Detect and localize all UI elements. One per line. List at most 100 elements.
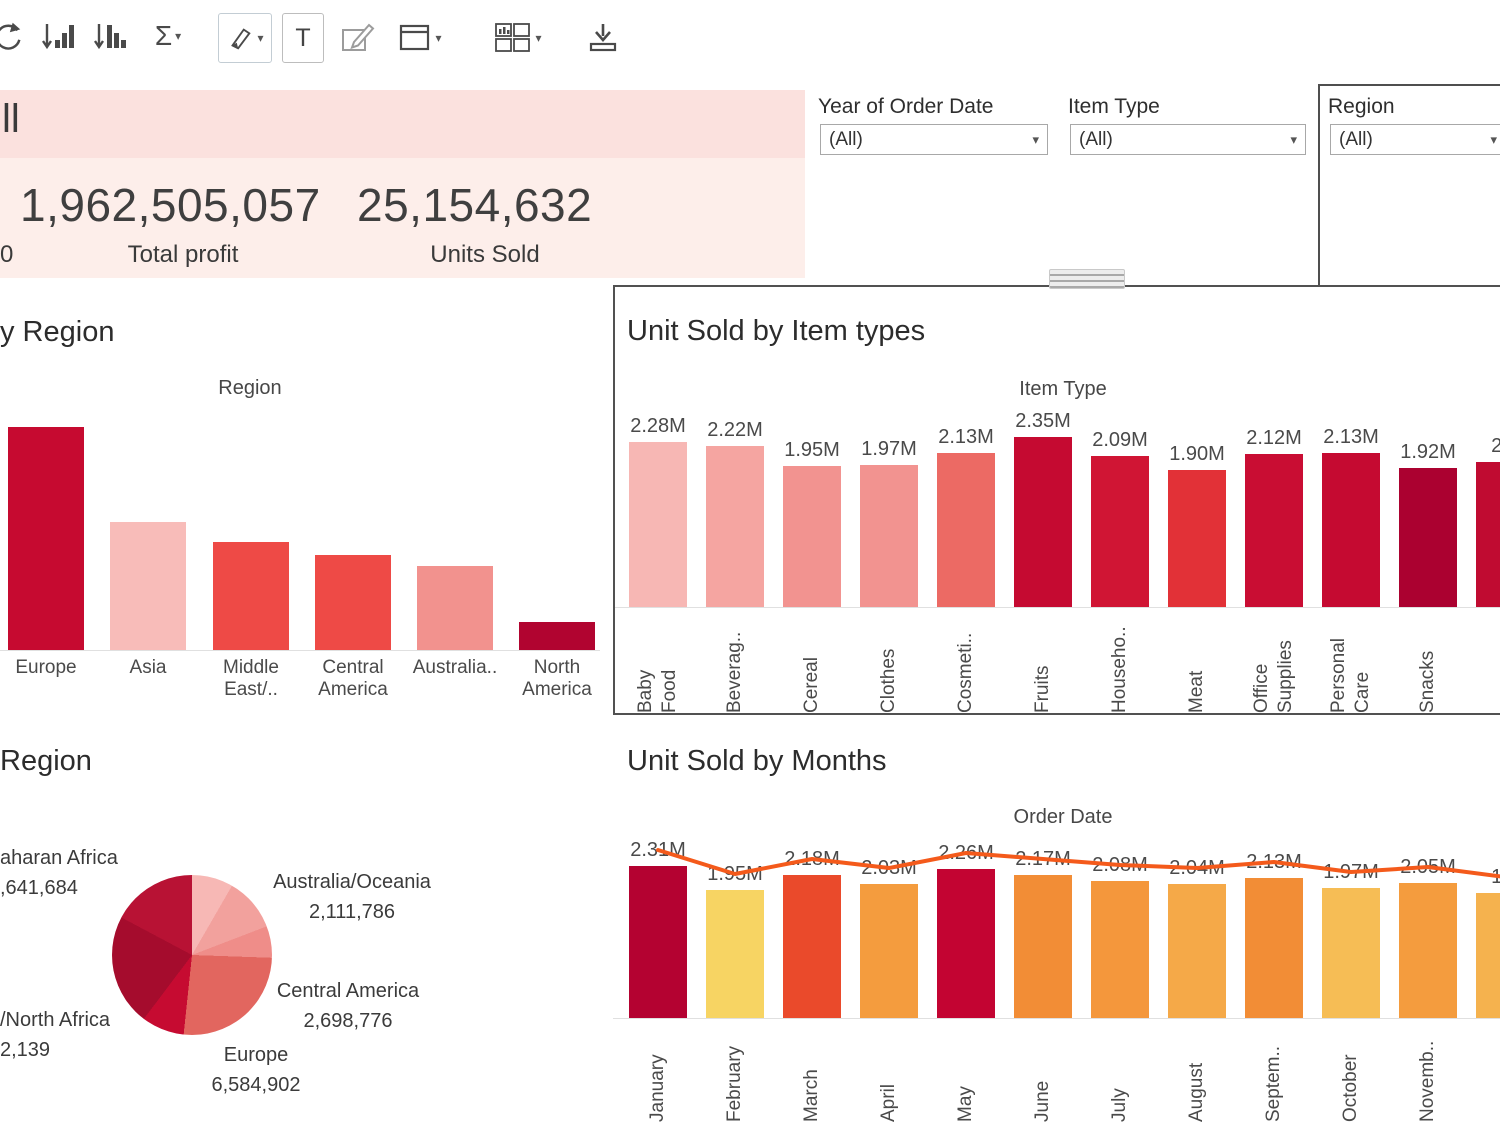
item-type-category-label: Snacks [1399, 617, 1457, 713]
item-type-bar[interactable] [783, 466, 841, 607]
show-me-icon[interactable]: ▾ [488, 18, 548, 58]
month-category-label: August [1168, 1026, 1226, 1122]
pie-chart-title: Region [0, 745, 92, 778]
item-type-category-label: Househo.. [1091, 617, 1149, 713]
region-category-label: Middle East/.. [201, 657, 301, 702]
item-type-axis-header: Item Type [613, 378, 1500, 401]
filter-dropdown-region[interactable]: (All) ▾ [1330, 124, 1500, 155]
pie-label-north-africa: /North Africa2,139 [0, 1005, 110, 1065]
month-category-label: February [706, 1026, 764, 1122]
sort-descending-icon[interactable] [90, 18, 130, 56]
month-bar[interactable] [706, 890, 764, 1018]
filter-value: (All) [829, 129, 863, 151]
item-type-bar[interactable] [629, 442, 687, 607]
item-type-bar[interactable] [1091, 456, 1149, 607]
chevron-down-icon: ▾ [175, 29, 181, 43]
region-bar[interactable] [417, 566, 493, 650]
months-chart-title: Unit Sold by Months [627, 745, 887, 778]
month-bar[interactable] [1476, 893, 1500, 1018]
item-type-bar[interactable] [1476, 462, 1500, 607]
pie-label-central-america: Central America2,698,776 [248, 976, 448, 1036]
item-type-bar[interactable] [860, 465, 918, 607]
region-chart-title: y Region [0, 316, 114, 349]
region-bar[interactable] [8, 427, 84, 650]
region-bar[interactable] [213, 542, 289, 650]
month-category-label: March [783, 1026, 841, 1122]
item-type-bar[interactable] [937, 453, 995, 607]
item-type-category-label: PersonalCare [1322, 617, 1380, 713]
annotation-icon[interactable] [338, 20, 378, 56]
total-profit-value: 1,962,505,057 [20, 178, 321, 232]
month-bar[interactable] [1014, 875, 1072, 1018]
chevron-down-icon: ▾ [1290, 132, 1297, 148]
item-type-bar[interactable] [1168, 470, 1226, 607]
month-bar[interactable] [1168, 884, 1226, 1018]
sort-ascending-icon[interactable] [38, 18, 78, 56]
filter-label-year-of-order-date: Year of Order Date [818, 95, 994, 119]
item-type-bar[interactable] [1014, 437, 1072, 607]
month-category-label: Septem.. [1245, 1026, 1303, 1122]
toolbar: Σ ▾ ▾ T ▾ [0, 0, 1500, 78]
chevron-down-icon: ▾ [435, 31, 441, 45]
region-axis-line [0, 650, 600, 651]
month-bar[interactable] [629, 866, 687, 1018]
item-type-bar[interactable] [706, 446, 764, 607]
month-category-label: June [1014, 1026, 1072, 1122]
panel-drag-handle[interactable] [1049, 269, 1125, 289]
kpi-left-fragment: 0 [0, 241, 13, 269]
pie-label-sub-saharan-africa: aharan Africa,641,684 [0, 843, 118, 903]
region-axis-header: Region [0, 377, 500, 400]
filter-dropdown-item-type[interactable]: (All) ▾ [1070, 124, 1306, 155]
item-type-bar[interactable] [1245, 454, 1303, 607]
download-icon[interactable] [584, 18, 622, 56]
dashboard-canvas: Σ ▾ ▾ T ▾ [0, 0, 1500, 1125]
units-sold-label: Units Sold [410, 241, 560, 269]
highlight-pen-icon[interactable]: ▾ [218, 13, 272, 63]
item-type-category-label: Fruits [1014, 617, 1072, 713]
chevron-down-icon: ▾ [1032, 132, 1039, 148]
filter-dropdown-year-of-order-date[interactable]: (All) ▾ [820, 124, 1048, 155]
month-bar[interactable] [1091, 881, 1149, 1018]
sigma-glyph: Σ [155, 20, 172, 52]
month-category-label: Novemb.. [1399, 1026, 1457, 1122]
bar-value-label: 2.0 [1460, 435, 1500, 458]
item-type-category-label: Cereal [783, 617, 841, 713]
item-type-bar[interactable] [1399, 468, 1457, 607]
filter-value: (All) [1339, 129, 1373, 151]
region-bar[interactable] [110, 522, 186, 650]
item-type-category-label: Clothes [860, 617, 918, 713]
month-bar[interactable] [1322, 888, 1380, 1018]
region-bar[interactable] [519, 622, 595, 650]
filter-label-item-type: Item Type [1068, 95, 1160, 119]
month-bar[interactable] [1399, 883, 1457, 1018]
region-category-label: Europe [0, 657, 96, 679]
region-category-label: Central America [303, 657, 403, 702]
item-type-category-label: Cosmeti.. [937, 617, 995, 713]
month-bar[interactable] [937, 869, 995, 1018]
month-bar[interactable] [860, 884, 918, 1018]
units-sold-value: 25,154,632 [357, 178, 592, 232]
layout-border-icon[interactable]: ▾ [394, 20, 446, 56]
pie-label-europe: Europe6,584,902 [156, 1040, 356, 1100]
month-bar[interactable] [783, 875, 841, 1018]
header-band-text: ll [2, 97, 20, 142]
item-type-bar[interactable] [1322, 453, 1380, 607]
month-bar[interactable] [1245, 878, 1303, 1018]
redo-icon[interactable] [0, 18, 26, 56]
total-profit-label: Total profit [108, 241, 258, 269]
text-tool-glyph: T [295, 24, 310, 53]
region-category-label: Asia [98, 657, 198, 679]
bar-value-label: 1.9 [1460, 866, 1500, 889]
header-band [0, 90, 805, 158]
chevron-down-icon: ▾ [257, 31, 263, 45]
month-category-label: January [629, 1026, 687, 1122]
item-type-category-label: Meat [1168, 617, 1226, 713]
totals-sigma-icon[interactable]: Σ ▾ [144, 16, 192, 56]
month-category-label: April [860, 1026, 918, 1122]
pie-label-australia-oceania: Australia/Oceania2,111,786 [252, 867, 452, 927]
order-date-axis-header: Order Date [613, 806, 1500, 829]
region-bar[interactable] [315, 555, 391, 650]
text-box-icon[interactable]: T [282, 13, 324, 63]
item-types-axis-line [615, 607, 1500, 608]
item-type-category-label: OfficeSupplies [1245, 617, 1303, 713]
